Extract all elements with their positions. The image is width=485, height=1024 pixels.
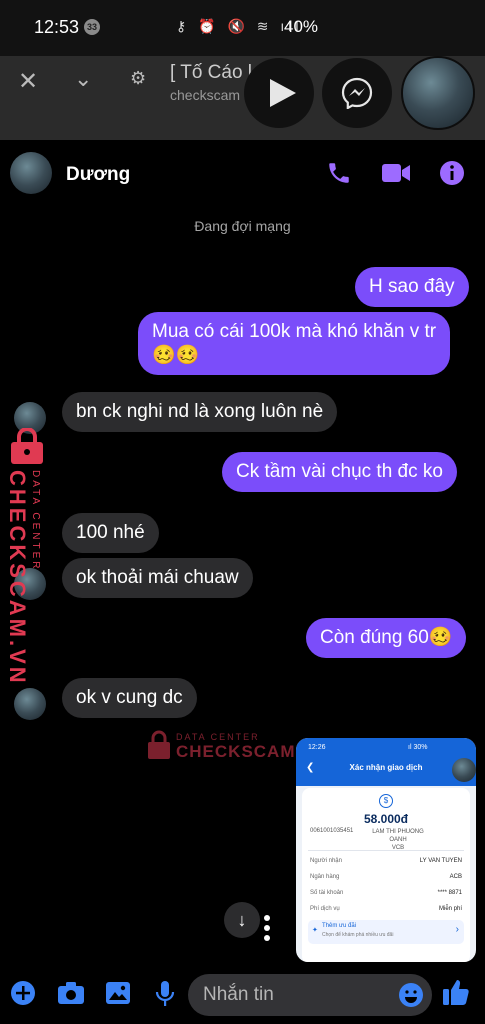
row-value: Miễn phí (438, 906, 462, 912)
play-icon (270, 79, 296, 107)
watermark-tagline: DATA CENTER (176, 732, 260, 742)
messenger-chathead[interactable] (322, 58, 392, 128)
contact-chathead-avatar[interactable] (401, 56, 475, 130)
message-outgoing[interactable]: Ck tầm vài chục th đc ko (222, 452, 457, 492)
more-vertical-icon[interactable] (256, 910, 278, 946)
emoji-icon[interactable] (398, 982, 424, 1008)
message-incoming[interactable]: bn ck nghi nd là xong luôn nè (62, 392, 338, 432)
bank-status-time: 12:26 (308, 744, 326, 751)
row-label: Số tài khoản (310, 890, 344, 896)
chat-panel: Dương Đang đợi mạng H sao đây Mua có cái… (0, 140, 485, 1024)
message-composer: Nhắn tin (0, 966, 485, 1024)
sender-holder-name: LAM THI PHUONG OANH (372, 829, 424, 843)
microphone-icon[interactable] (155, 980, 175, 1008)
row-value: **** 8871 (437, 890, 462, 896)
message-incoming[interactable]: 100 nhé (62, 513, 159, 553)
watermark-tagline: DATA CENTER (30, 470, 41, 572)
close-icon[interactable]: ✕ (18, 67, 38, 96)
bank-screen-title: Xác nhận giao dịch (349, 763, 423, 772)
browser-url: checkscam (170, 87, 241, 103)
message-text: Mua có cái 100k mà khó khăn v tr (152, 321, 437, 342)
scroll-to-bottom-button[interactable]: ↓ (224, 902, 260, 938)
chat-header: Dương (0, 140, 485, 210)
divider (308, 850, 464, 851)
chevron-right-icon: › (455, 924, 459, 935)
bank-header: 12:26 ıl 30% ❮ Xác nhận giao dịch (296, 738, 476, 786)
sender-account: 0061001035451 (310, 828, 354, 834)
avatar[interactable] (10, 152, 52, 194)
watermark-brand: CHECKSCAM.VN (5, 470, 30, 686)
bank-row: Ngân hàng ACB (310, 874, 462, 880)
bank-promo: ✦ Thêm ưu đãi Chọn để khám phá nhiều ưu … (308, 920, 464, 944)
battery-level: 40% (284, 17, 319, 36)
message-incoming[interactable]: ok thoải mái chuaw (62, 558, 253, 598)
promo-title: Thêm ưu đãi (322, 923, 357, 929)
info-icon[interactable] (439, 160, 465, 186)
notification-count-badge: 33 (84, 19, 100, 35)
row-value: ACB (449, 874, 462, 880)
bank-status-icons: ıl 30% (408, 744, 428, 751)
message-input-placeholder: Nhắn tin (203, 984, 274, 1005)
transfer-amount: 58.000đ (363, 812, 409, 826)
contact-name[interactable]: Dương (66, 164, 130, 186)
chevron-down-icon[interactable]: ⌄ (74, 66, 92, 92)
message-outgoing[interactable]: H sao đây (355, 267, 469, 307)
image-icon[interactable] (105, 981, 131, 1005)
video-chathead[interactable] (244, 58, 314, 128)
image-message-bank-transfer[interactable]: 12:26 ıl 30% ❮ Xác nhận giao dịch $ 58.0… (296, 738, 476, 962)
bank-row: Số tài khoản **** 8871 (310, 890, 462, 896)
sender-holder: LAM THI PHUONG OANH VCB (366, 828, 430, 852)
bank-transaction-card: $ 58.000đ 0061001035451 LAM THI PHUONG O… (302, 788, 470, 962)
status-time: 12:53 (34, 17, 80, 37)
camera-icon[interactable] (57, 981, 85, 1005)
promo-subtitle: Chọn để khám phá nhiều ưu đãi (322, 932, 394, 938)
thumbs-up-icon[interactable] (441, 977, 471, 1007)
messenger-icon (341, 77, 373, 109)
row-value: LY VAN TUYEN (419, 858, 462, 864)
status-bar: 12:53 33 ⚷ ⏰ 🔇 ≋ ıll 40% (0, 0, 485, 56)
network-status: Đang đợi mạng (194, 218, 291, 234)
lock-icon (11, 428, 43, 464)
plus-icon[interactable] (10, 980, 36, 1006)
gift-icon: ✦ (312, 927, 318, 934)
lock-icon (148, 730, 170, 759)
message-incoming[interactable]: ok v cung dc (62, 678, 197, 718)
bank-row: Phí dịch vụ Miễn phí (310, 906, 462, 912)
avatar (452, 758, 476, 782)
currency-icon: $ (379, 794, 393, 808)
row-label: Ngân hàng (310, 874, 340, 880)
browser-page-title: [ Tố Cáo l (170, 62, 253, 83)
bank-row: Người nhận LY VAN TUYEN (310, 858, 462, 864)
video-call-icon[interactable] (381, 162, 411, 184)
message-outgoing[interactable]: Còn đúng 60🥴 (306, 618, 467, 658)
message-outgoing[interactable]: Mua có cái 100k mà khó khăn v tr 🥴🥴 (138, 312, 451, 375)
tune-icon[interactable]: ⚙ (130, 68, 146, 89)
phone-icon[interactable] (326, 160, 352, 186)
message-input[interactable]: Nhắn tin (188, 974, 432, 1016)
avatar[interactable] (14, 688, 46, 720)
row-label: Phí dịch vụ (310, 906, 340, 912)
message-emoji: 🥴🥴 (152, 345, 200, 366)
row-label: Người nhận (310, 858, 342, 864)
